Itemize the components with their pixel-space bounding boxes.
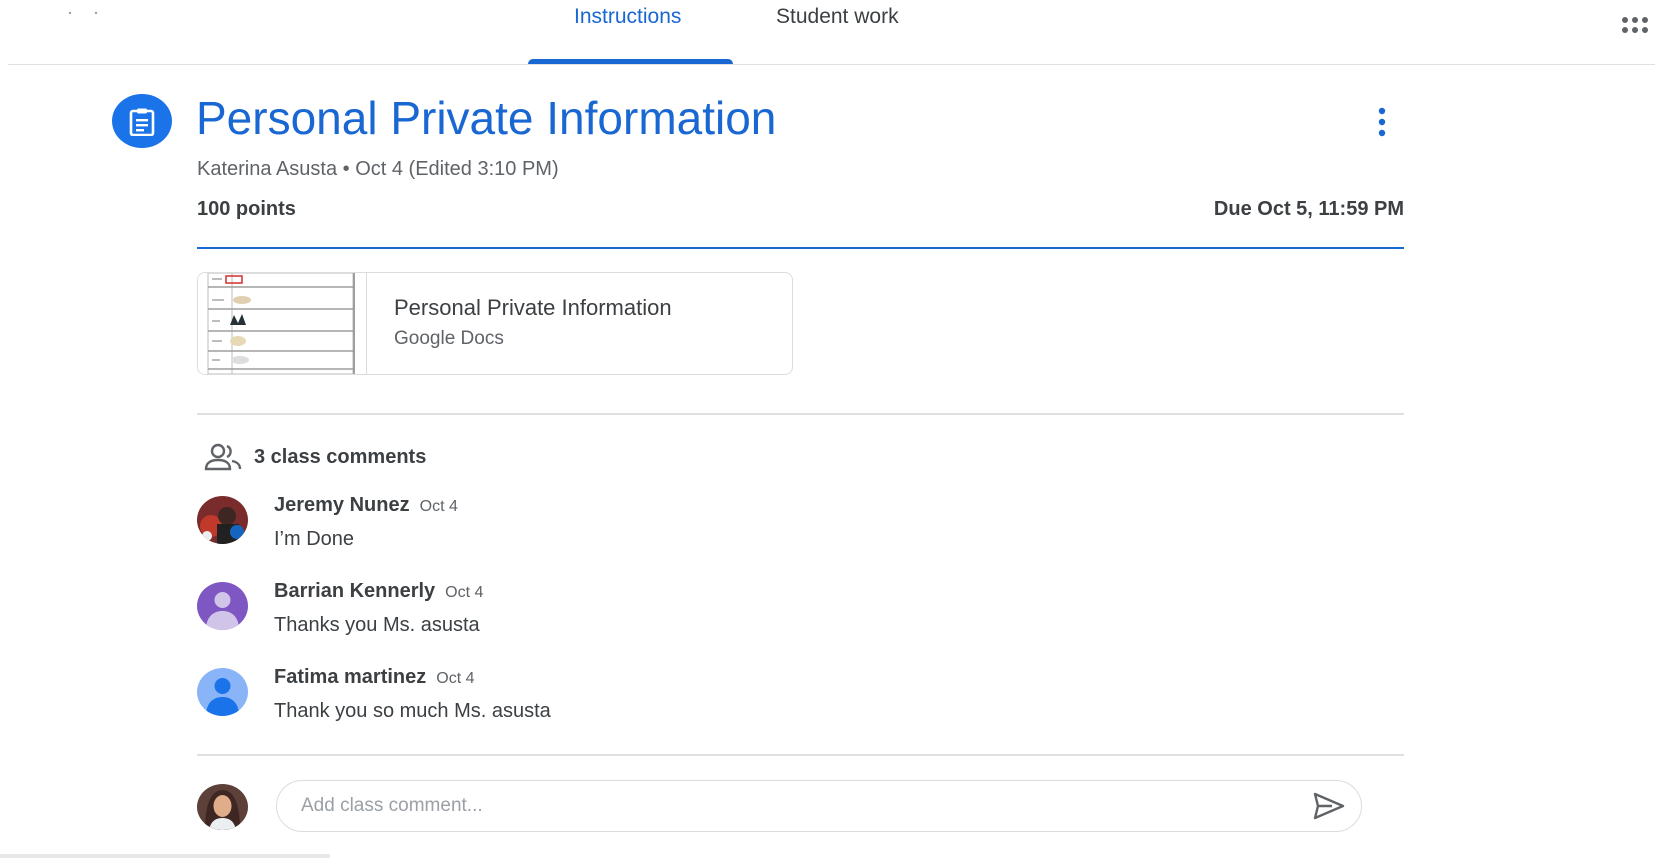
comment-item: Fatima martinez Oct 4 Thank you so much M… xyxy=(197,666,1397,732)
avatar[interactable] xyxy=(197,668,248,716)
comment-item: Barrian Kennerly Oct 4 Thanks you Ms. asu… xyxy=(197,580,1397,646)
partial-header-icon xyxy=(68,11,98,15)
class-comments-count: 3 class comments xyxy=(254,446,427,468)
header-divider xyxy=(197,247,1404,249)
tab-student-work[interactable]: Student work xyxy=(764,0,924,64)
avatar[interactable] xyxy=(197,496,248,544)
tab-instructions[interactable]: Instructions xyxy=(528,0,733,64)
active-tab-indicator xyxy=(528,59,733,64)
top-tab-bar: Instructions Student work xyxy=(8,0,1655,65)
attachment-type: Google Docs xyxy=(394,328,504,349)
comment-author-name: Jeremy Nunez xyxy=(274,494,410,516)
comment-text: Thanks you Ms. asusta xyxy=(274,614,480,636)
tab-instructions-label: Instructions xyxy=(574,5,682,28)
page-title: Personal Private Information xyxy=(196,92,777,144)
comment-date: Oct 4 xyxy=(419,498,458,515)
comments-divider xyxy=(197,754,1404,756)
send-icon[interactable] xyxy=(1312,791,1346,821)
comment-date: Oct 4 xyxy=(436,670,475,687)
people-icon xyxy=(204,443,242,471)
more-vert-icon[interactable] xyxy=(1374,106,1390,138)
tab-student-work-label: Student work xyxy=(776,5,899,28)
section-divider xyxy=(197,413,1404,415)
avatar[interactable] xyxy=(197,582,248,630)
comment-author: Fatima martinez Oct 4 xyxy=(274,666,475,689)
comment-date: Oct 4 xyxy=(445,584,484,601)
apps-grid-icon[interactable] xyxy=(1620,12,1650,42)
due-date-label: Due Oct 5, 11:59 PM xyxy=(1213,198,1404,220)
attachment-title: Personal Private Information xyxy=(394,295,672,320)
comment-text: Thank you so much Ms. asusta xyxy=(274,700,551,722)
add-comment-input[interactable] xyxy=(276,780,1362,832)
bottom-edge-shadow xyxy=(0,854,330,858)
comment-text: I’m Done xyxy=(274,528,355,550)
assignment-icon xyxy=(112,94,172,148)
assignment-byline: Katerina Asusta • Oct 4 (Edited 3:10 PM) xyxy=(197,158,559,180)
document-thumbnail xyxy=(198,273,367,374)
comment-author: Jeremy Nunez Oct 4 xyxy=(274,494,458,517)
attachment-card[interactable]: Personal Private Information Google Docs xyxy=(197,272,793,375)
comment-author-name: Barrian Kennerly xyxy=(274,580,436,602)
current-user-avatar[interactable] xyxy=(197,784,248,830)
comment-item: Jeremy Nunez Oct 4 I’m Done xyxy=(197,494,1397,560)
comment-author: Barrian Kennerly Oct 4 xyxy=(274,580,483,603)
comment-author-name: Fatima martinez xyxy=(274,666,427,688)
points-label: 100 points xyxy=(197,198,296,220)
